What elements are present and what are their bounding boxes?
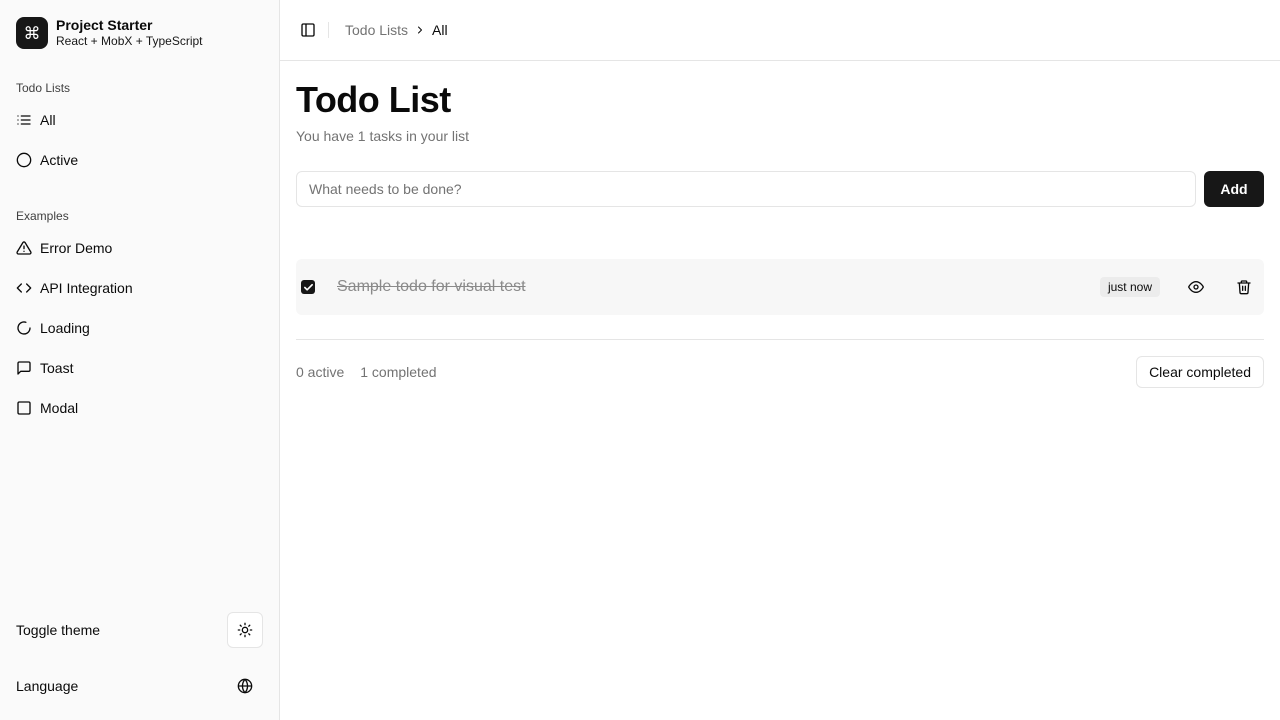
breadcrumb-current: All [432, 22, 448, 38]
chevron-right-icon [414, 24, 426, 36]
code-icon [16, 283, 32, 293]
message-square-icon [17, 361, 31, 375]
view-todo-button[interactable] [1180, 271, 1212, 303]
language-label: Language [16, 678, 79, 694]
active-count: 0 active [296, 364, 345, 380]
brand[interactable]: ⌘ Project Starter React + MobX + TypeScr… [16, 17, 203, 49]
sidebar-item-label: Active [40, 152, 79, 168]
circle-icon [16, 152, 32, 168]
sidebar-item-modal[interactable]: Modal [8, 392, 270, 424]
completed-count: 1 completed [360, 364, 437, 380]
add-todo-form: Add [296, 171, 1264, 207]
sidebar-item-api-integration[interactable]: API Integration [8, 272, 270, 304]
divider [296, 339, 1264, 340]
eye-icon [1188, 281, 1204, 293]
language-button[interactable] [227, 668, 263, 704]
sidebar: ⌘ Project Starter React + MobX + TypeScr… [0, 0, 280, 720]
todo-lists-group-label: Todo Lists [16, 81, 71, 95]
clear-completed-button[interactable]: Clear completed [1136, 356, 1264, 388]
command-icon: ⌘ [16, 17, 48, 49]
toggle-theme-button[interactable] [227, 612, 263, 648]
brand-text: Project Starter React + MobX + TypeScrip… [56, 17, 203, 49]
todo-stats: 0 active 1 completed Clear completed [296, 356, 1264, 388]
sidebar-item-error-demo[interactable]: Error Demo [8, 232, 270, 264]
sidebar-toggle-button[interactable] [298, 20, 318, 40]
add-button[interactable]: Add [1204, 171, 1264, 207]
toggle-theme-label: Toggle theme [16, 622, 101, 638]
sidebar-item-label: Toast [40, 360, 74, 376]
trash-icon [1237, 280, 1251, 295]
topbar: Todo Lists All [280, 0, 1280, 61]
loader-icon [17, 321, 31, 335]
sidebar-item-label: API Integration [40, 280, 133, 296]
check-icon [303, 283, 313, 291]
toggle-theme-row: Toggle theme [16, 612, 263, 648]
sun-icon [237, 622, 253, 638]
page-title: Todo List [296, 79, 451, 120]
alert-triangle-icon [16, 241, 32, 255]
page-subtitle: You have 1 tasks in your list [296, 128, 470, 144]
sidebar-item-label: Error Demo [40, 240, 113, 256]
todo-text[interactable]: Sample todo for visual test [337, 278, 1100, 296]
examples-group-label: Examples [16, 209, 69, 223]
sidebar-item-toast[interactable]: Toast [8, 352, 270, 384]
brand-name: Project Starter [56, 17, 153, 33]
brand-subtitle: React + MobX + TypeScript [56, 34, 203, 48]
separator [328, 22, 329, 38]
todo-item: Sample todo for visual test just now [296, 259, 1264, 315]
language-row: Language [16, 668, 263, 704]
delete-todo-button[interactable] [1228, 271, 1260, 303]
new-todo-input[interactable] [296, 171, 1196, 207]
sidebar-item-loading[interactable]: Loading [8, 312, 270, 344]
time-badge: just now [1099, 277, 1160, 297]
sidebar-item-active[interactable]: Active [8, 144, 270, 176]
list-icon [17, 115, 31, 125]
panel-left-icon [301, 23, 315, 37]
breadcrumb: Todo Lists All [345, 22, 448, 38]
breadcrumb-todo-lists[interactable]: Todo Lists [345, 22, 408, 38]
sidebar-item-label: All [40, 112, 56, 128]
globe-icon [237, 678, 253, 694]
sidebar-item-label: Loading [40, 320, 90, 336]
main-content: Todo Lists All Todo List You have 1 task… [280, 0, 1280, 720]
todo-checkbox[interactable] [301, 280, 315, 294]
sidebar-item-label: Modal [40, 400, 79, 416]
square-icon [17, 401, 31, 415]
sidebar-item-all[interactable]: All [8, 104, 270, 136]
